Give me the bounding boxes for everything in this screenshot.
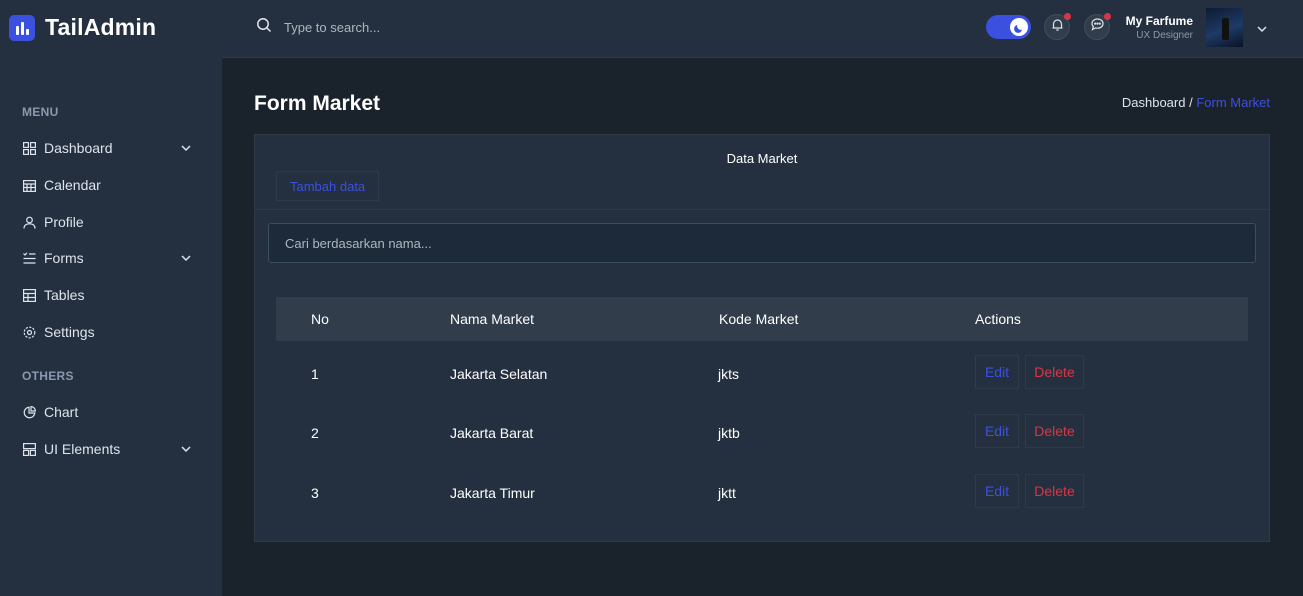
sidebar-item-forms[interactable]: Forms bbox=[22, 247, 192, 269]
cell-no: 2 bbox=[311, 425, 319, 441]
search-input[interactable] bbox=[284, 20, 584, 35]
breadcrumb-current: Form Market bbox=[1196, 95, 1270, 110]
messages-dot bbox=[1104, 13, 1111, 20]
cell-kode-market: jkts bbox=[718, 366, 739, 382]
search-icon[interactable] bbox=[256, 17, 272, 38]
pie-chart-icon bbox=[22, 405, 36, 419]
chevron-down-icon[interactable] bbox=[180, 141, 192, 157]
sidebar-item-label: Forms bbox=[44, 250, 84, 266]
sidebar-item-label: Profile bbox=[44, 214, 84, 230]
column-header-no: No bbox=[311, 311, 329, 327]
top-header: My Farfume UX Designer bbox=[222, 0, 1303, 58]
sidebar-item-label: UI Elements bbox=[44, 441, 121, 457]
delete-button[interactable]: Delete bbox=[1025, 414, 1084, 448]
page-title: Form Market bbox=[254, 92, 381, 115]
user-icon bbox=[22, 215, 36, 229]
edit-button[interactable]: Edit bbox=[975, 355, 1019, 389]
table-icon bbox=[22, 288, 36, 302]
sidebar-item-label: Tables bbox=[44, 287, 85, 303]
breadcrumb-parent-link[interactable]: Dashboard / bbox=[1122, 95, 1193, 110]
search-bar bbox=[256, 17, 584, 38]
add-data-button[interactable]: Tambah data bbox=[276, 171, 380, 201]
bell-icon bbox=[1051, 18, 1064, 36]
menu-section-label: MENU bbox=[22, 105, 59, 119]
sidebar-item-settings[interactable]: Settings bbox=[22, 321, 192, 343]
chevron-down-icon[interactable] bbox=[180, 251, 192, 267]
card-title: Data Market bbox=[726, 151, 798, 166]
moon-icon bbox=[1010, 18, 1028, 36]
card-divider bbox=[255, 209, 1269, 210]
edit-button[interactable]: Edit bbox=[975, 414, 1019, 448]
chevron-down-icon[interactable] bbox=[180, 442, 192, 458]
name-filter-input[interactable] bbox=[268, 223, 1256, 263]
delete-button[interactable]: Delete bbox=[1025, 355, 1084, 389]
cell-no: 1 bbox=[311, 366, 319, 382]
sidebar-item-dashboard[interactable]: Dashboard bbox=[22, 137, 192, 159]
sidebar-item-label: Chart bbox=[44, 404, 79, 420]
chevron-down-icon[interactable] bbox=[1256, 22, 1268, 40]
column-header-kode-market: Kode Market bbox=[719, 311, 799, 327]
sidebar-item-label: Dashboard bbox=[44, 140, 113, 156]
layers-icon bbox=[22, 442, 36, 456]
cell-kode-market: jktb bbox=[718, 425, 740, 441]
avatar[interactable] bbox=[1206, 8, 1243, 47]
edit-button[interactable]: Edit bbox=[975, 474, 1019, 508]
list-icon bbox=[22, 251, 36, 265]
sidebar: TailAdmin MENU Dashboard Calendar Profil… bbox=[0, 0, 222, 596]
sidebar-item-label: Settings bbox=[44, 324, 95, 340]
breadcrumb: Dashboard / Form Market bbox=[1122, 95, 1270, 110]
gear-icon bbox=[22, 325, 36, 339]
cell-nama-market: Jakarta Barat bbox=[450, 425, 534, 441]
cell-nama-market: Jakarta Selatan bbox=[450, 366, 548, 382]
sidebar-item-tables[interactable]: Tables bbox=[22, 284, 192, 306]
notification-button[interactable] bbox=[1044, 13, 1071, 40]
table-header: No Nama Market Kode Market Actions bbox=[276, 297, 1248, 341]
user-role: UX Designer bbox=[1136, 30, 1193, 41]
notification-dot bbox=[1064, 13, 1071, 20]
delete-button[interactable]: Delete bbox=[1025, 474, 1084, 508]
app-logo[interactable]: TailAdmin bbox=[9, 14, 156, 41]
messages-button[interactable] bbox=[1084, 13, 1111, 40]
others-section-label: OTHERS bbox=[22, 369, 74, 383]
dark-mode-toggle[interactable] bbox=[986, 15, 1031, 39]
cell-nama-market: Jakarta Timur bbox=[450, 485, 535, 501]
sidebar-item-calendar[interactable]: Calendar bbox=[22, 174, 192, 196]
column-header-actions: Actions bbox=[975, 311, 1021, 327]
table-row: 3 Jakarta Timur jktt Edit Delete bbox=[276, 473, 1248, 513]
column-header-nama-market: Nama Market bbox=[450, 311, 535, 327]
user-name[interactable]: My Farfume bbox=[1126, 14, 1193, 28]
cell-kode-market: jktt bbox=[718, 485, 736, 501]
sidebar-item-label: Calendar bbox=[44, 177, 101, 193]
market-card: Data Market Tambah data No Nama Market K… bbox=[254, 134, 1270, 542]
table-row: 2 Jakarta Barat jktb Edit Delete bbox=[276, 413, 1248, 453]
sidebar-item-chart[interactable]: Chart bbox=[22, 401, 192, 423]
sidebar-item-ui-elements[interactable]: UI Elements bbox=[22, 438, 192, 460]
sidebar-item-profile[interactable]: Profile bbox=[22, 211, 192, 233]
app-name: TailAdmin bbox=[45, 14, 157, 40]
logo-bar-chart-icon bbox=[9, 14, 35, 41]
grid-icon bbox=[22, 141, 36, 155]
cell-no: 3 bbox=[311, 485, 319, 501]
calendar-icon bbox=[22, 178, 36, 192]
table-row: 1 Jakarta Selatan jkts Edit Delete bbox=[276, 354, 1248, 394]
chat-icon bbox=[1090, 18, 1104, 36]
